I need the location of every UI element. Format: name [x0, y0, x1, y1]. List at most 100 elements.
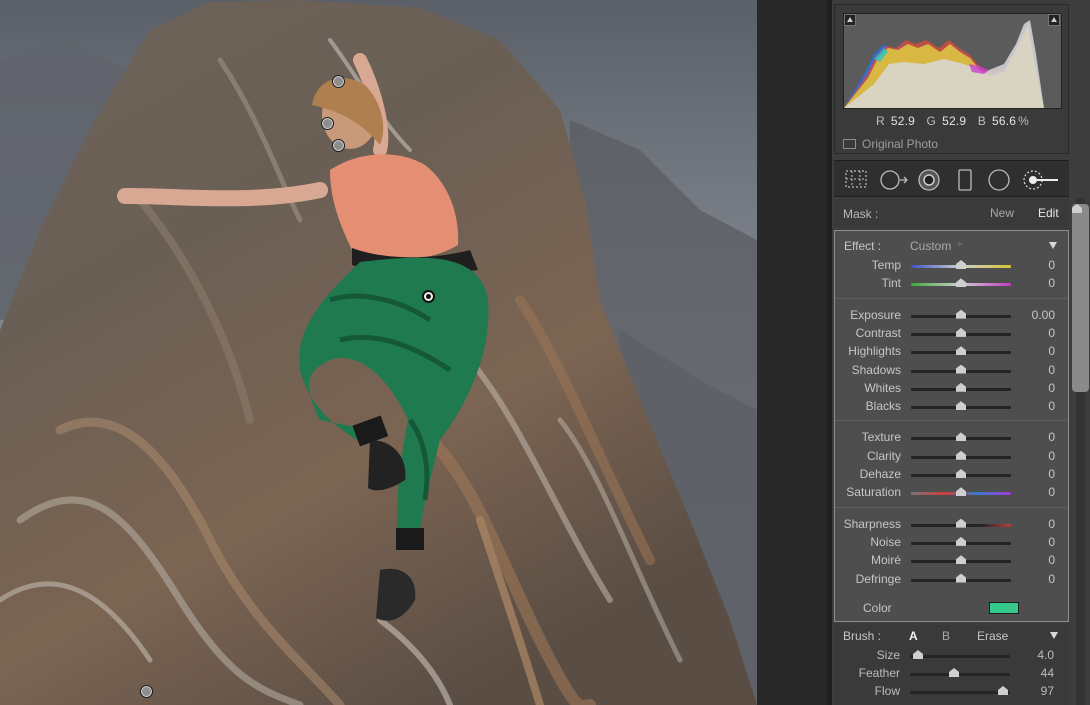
slider-track-sharpness[interactable]: [911, 523, 1011, 527]
slider-value[interactable]: 97: [1041, 684, 1054, 698]
slider-track-highlights[interactable]: [911, 351, 1011, 355]
scrollbar-thumb[interactable]: [1072, 204, 1089, 392]
mask-new-button[interactable]: New: [990, 206, 1014, 220]
color-label: Color: [863, 601, 892, 615]
checkbox-icon[interactable]: [843, 139, 856, 149]
readout-value: 52.9: [890, 114, 915, 128]
brush-track-size[interactable]: [910, 655, 1010, 658]
slider-track-blacks[interactable]: [911, 406, 1011, 410]
adjustment-pin-active[interactable]: [422, 290, 435, 303]
slider-label: Saturation: [846, 485, 901, 500]
slider-track-whites[interactable]: [911, 387, 1011, 391]
preset-arrows-icon[interactable]: ÷: [957, 239, 963, 250]
slider-row-texture: Texture 0: [835, 429, 1068, 447]
brush-b-button[interactable]: B: [942, 629, 950, 643]
slider-value[interactable]: 0: [1048, 381, 1055, 395]
color-swatch[interactable]: [989, 602, 1019, 614]
mask-row: Mask : New Edit: [834, 199, 1069, 227]
adjustment-pin[interactable]: [332, 139, 345, 152]
panel-edge: [827, 0, 832, 705]
slider-value[interactable]: 0: [1048, 399, 1055, 413]
adjustment-pin[interactable]: [321, 117, 334, 130]
spot-removal-icon[interactable]: [879, 169, 909, 191]
slider-row-tint: Tint 0: [835, 275, 1068, 293]
radial-filter-icon[interactable]: [988, 169, 1010, 191]
slider-track-shadows[interactable]: [911, 369, 1011, 373]
slider-row-dehaze: Dehaze 0: [835, 466, 1068, 484]
adjustment-brush-icon[interactable]: [1022, 169, 1062, 191]
slider-track-exposure[interactable]: [911, 314, 1011, 318]
slider-value[interactable]: 4.0: [1037, 648, 1054, 662]
slider-track-contrast[interactable]: [911, 332, 1011, 336]
mask-label: Mask :: [843, 207, 879, 221]
slider-track-dehaze[interactable]: [911, 474, 1011, 477]
slider-value[interactable]: 0: [1048, 553, 1055, 567]
slider-value[interactable]: 0: [1048, 258, 1055, 272]
slider-row-exposure: Exposure 0.00: [835, 307, 1068, 325]
slider-value[interactable]: 0: [1048, 467, 1055, 481]
slider-value[interactable]: 0: [1048, 572, 1055, 586]
brush-row-feather: Feather 44: [834, 665, 1067, 683]
slider-track-defringe[interactable]: [911, 578, 1011, 582]
group-divider: [835, 297, 1068, 299]
slider-value[interactable]: 0: [1048, 535, 1055, 549]
brush-track-flow[interactable]: [910, 691, 1010, 694]
slider-value[interactable]: 44: [1041, 666, 1054, 680]
slider-track-clarity[interactable]: [911, 455, 1011, 459]
slider-label: Whites: [864, 380, 901, 395]
slider-track-saturation[interactable]: [911, 492, 1011, 496]
readout-channel: G: [926, 114, 937, 128]
rgb-readout: R 52.9 G 52.9 B 56.6%: [835, 114, 1070, 128]
photo-canvas[interactable]: [0, 0, 757, 705]
brush-erase-button[interactable]: Erase: [977, 629, 1008, 643]
readout-channel: B: [977, 114, 986, 128]
slider-row-defringe: Defringe 0: [835, 571, 1068, 589]
mask-edit-button[interactable]: Edit: [1038, 206, 1059, 220]
brush-row-size: Size 4.0: [834, 647, 1067, 665]
slider-row-temp: Temp 0: [835, 257, 1068, 275]
slider-track-tint[interactable]: [911, 283, 1011, 287]
slider-track-moir[interactable]: [911, 560, 1011, 564]
slider-value[interactable]: 0.00: [1032, 308, 1055, 322]
slider-label: Blacks: [865, 399, 901, 414]
effect-preset-dropdown[interactable]: Custom: [910, 239, 951, 253]
graduated-filter-icon[interactable]: [956, 169, 974, 191]
photo-image: [0, 0, 757, 705]
slider-label: Sharpness: [843, 516, 901, 531]
crop-overlay-icon[interactable]: [844, 169, 868, 189]
histogram-graph[interactable]: [843, 13, 1062, 109]
slider-value[interactable]: 0: [1048, 430, 1055, 444]
shadow-clipping-icon[interactable]: [844, 14, 856, 26]
slider-track-texture[interactable]: [911, 437, 1011, 441]
adjustment-pin[interactable]: [140, 685, 153, 698]
effect-panel: Effect : Custom ÷ Temp 0 Tint 0 Exposure 0.00…: [834, 230, 1069, 622]
slider-label: Texture: [861, 430, 901, 445]
slider-row-noise: Noise 0: [835, 534, 1068, 552]
group-divider: [835, 506, 1068, 508]
red-eye-icon[interactable]: [918, 169, 940, 191]
original-photo-toggle[interactable]: Original Photo: [843, 137, 938, 151]
slider-track-noise[interactable]: [911, 541, 1011, 545]
highlight-clipping-icon[interactable]: [1048, 14, 1060, 26]
brush-track-feather[interactable]: [910, 673, 1010, 676]
slider-value[interactable]: 0: [1048, 485, 1055, 499]
collapse-brush-icon[interactable]: [1050, 632, 1058, 639]
slider-row-highlights: Highlights 0: [835, 343, 1068, 361]
slider-value[interactable]: 0: [1048, 276, 1055, 290]
slider-value[interactable]: 0: [1048, 326, 1055, 340]
slider-label: Flow: [874, 684, 900, 698]
slider-value[interactable]: 0: [1048, 449, 1055, 463]
brush-a-button[interactable]: A: [909, 629, 918, 643]
slider-label: Shadows: [851, 362, 901, 377]
panel-scrollbar[interactable]: [1072, 198, 1089, 705]
histogram-curves: [844, 20, 1044, 108]
adjustment-pin[interactable]: [332, 75, 345, 88]
slider-label: Exposure: [850, 307, 901, 322]
slider-row-moir: Moiré 0: [835, 552, 1068, 570]
slider-value[interactable]: 0: [1048, 517, 1055, 531]
slider-track-temp[interactable]: [911, 265, 1011, 268]
tool-strip: [834, 160, 1069, 197]
slider-value[interactable]: 0: [1048, 363, 1055, 377]
collapse-panel-icon[interactable]: [1049, 242, 1057, 249]
slider-value[interactable]: 0: [1048, 344, 1055, 358]
